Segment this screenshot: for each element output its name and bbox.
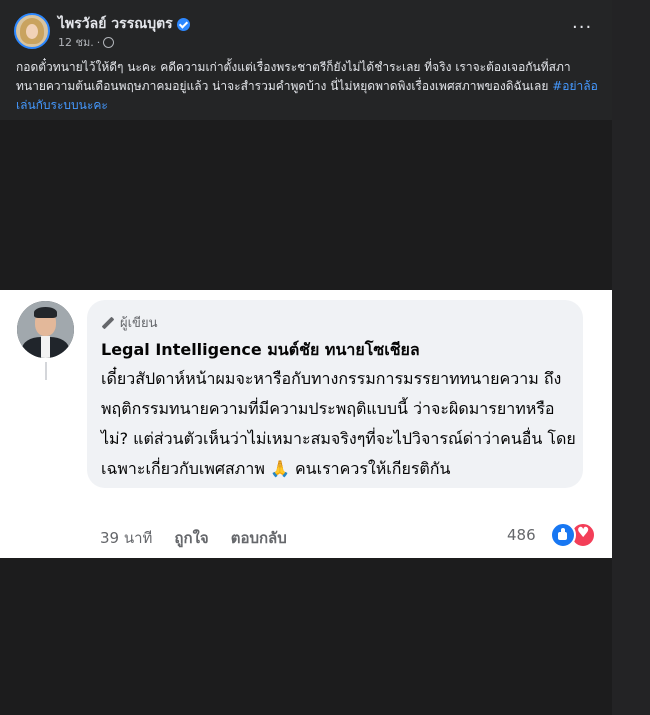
- author-name[interactable]: ไพรวัลย์ วรรณบุตร: [58, 13, 173, 35]
- like-reaction-icon: [550, 522, 576, 548]
- author-avatar[interactable]: [14, 13, 50, 49]
- reply-action: ตอบกลับ: [230, 529, 287, 547]
- comment-time: 39 นาที: [100, 529, 153, 547]
- reaction-icons: [550, 522, 596, 548]
- verified-badge-icon: [176, 17, 190, 31]
- commenter-avatar: [17, 301, 74, 358]
- author-name-row[interactable]: ไพรวัลย์ วรรณบุตร: [58, 13, 190, 35]
- author-badge-label: ผู้เขียน: [120, 316, 158, 331]
- post-text: กอดตั๋วทนายไว้ให้ดีๆ นะคะ คดีความเก่าตั้…: [16, 58, 601, 115]
- thread-line: [45, 362, 47, 380]
- reaction-count: 486: [507, 526, 536, 544]
- more-options-icon[interactable]: ···: [572, 17, 592, 38]
- post-meta: 12 ชม. ·: [58, 33, 115, 51]
- globe-icon: [103, 36, 115, 48]
- post-card: ไพรวัลย์ วรรณบุตร 12 ชม. · ··· กอดตั๋วทน…: [0, 0, 612, 120]
- comment-text: เดี๋ยวสัปดาห์หน้าผมจะหารือกับทางกรรมการม…: [101, 369, 576, 478]
- pencil-icon: [101, 316, 115, 329]
- author-badge: ผู้เขียน: [101, 312, 157, 333]
- comment-actions: 39 นาที ถูกใจ ตอบกลับ: [100, 526, 287, 550]
- post-time[interactable]: 12 ชม.: [58, 33, 94, 51]
- commenter-name: Legal Intelligence มนต์ชัย ทนายโซเชียล: [101, 340, 420, 359]
- like-action: ถูกใจ: [174, 529, 209, 547]
- comment-screenshot: ผู้เขียน Legal Intelligence มนต์ชัย ทนาย…: [0, 290, 612, 558]
- comment-bubble: ผู้เขียน Legal Intelligence มนต์ชัย ทนาย…: [87, 300, 583, 488]
- scroll-area: [612, 0, 650, 715]
- post-body: กอดตั๋วทนายไว้ให้ดีๆ นะคะ คดีความเก่าตั้…: [16, 60, 571, 93]
